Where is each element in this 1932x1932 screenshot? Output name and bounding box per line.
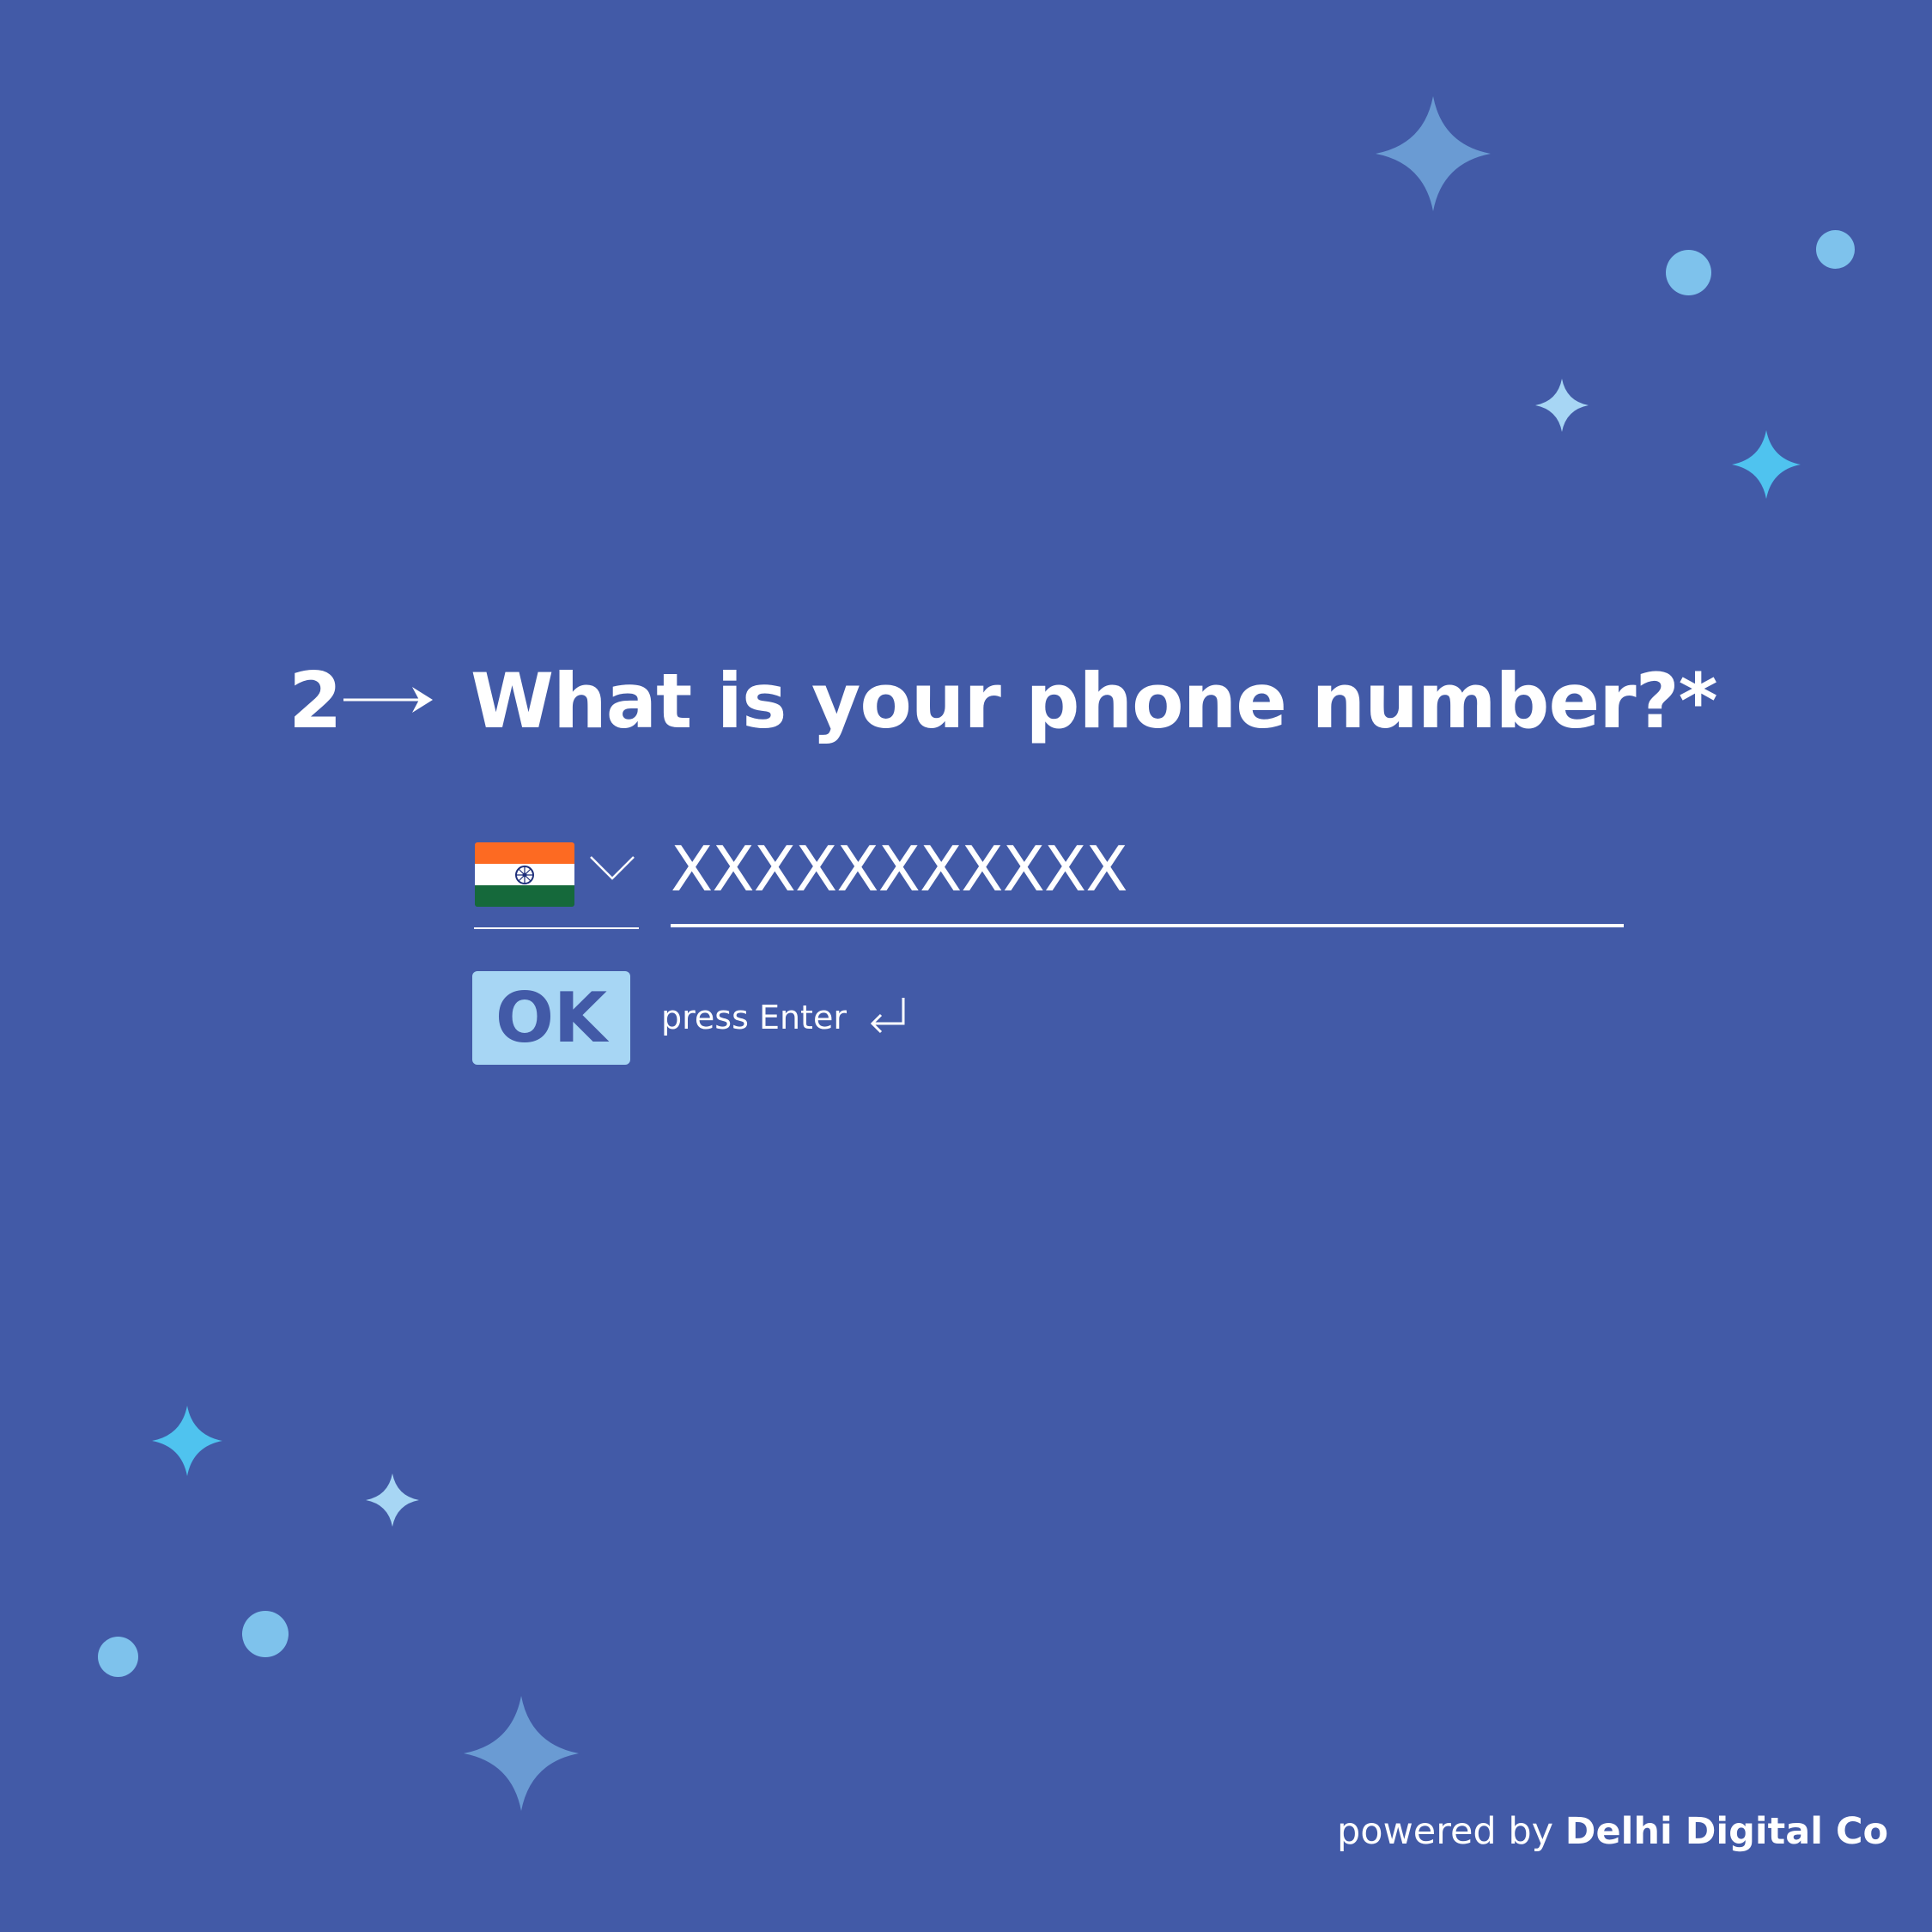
india-flag-icon [475,842,574,907]
enter-key-icon [867,994,910,1039]
question-title: What is your phone number?* [471,657,1718,745]
sparkle-decoration-small-bottom [366,1473,419,1527]
sparkle-decoration-bright-top [1732,430,1801,499]
sparkle-decoration-bright-bottom [152,1406,222,1476]
powered-by-footer: powered by Delhi Digital Co [1337,1807,1888,1856]
dot-decoration [242,1611,289,1657]
dot-decoration [1666,250,1711,295]
chevron-down-icon[interactable] [589,854,635,883]
powered-by-prefix: powered by [1337,1810,1554,1853]
phone-number-value[interactable]: XXXXXXXXXXX [671,835,1128,903]
phone-number-input[interactable]: XXXXXXXXXXX [671,835,1624,927]
arrow-right-icon [342,678,436,725]
brand-name: Delhi Digital Co [1564,1810,1889,1853]
ok-button[interactable]: OK [472,971,630,1065]
sparkle-decoration-small-top [1535,379,1589,432]
dot-decoration [98,1637,138,1677]
dot-decoration [1816,230,1855,269]
question-number: 2 [289,656,343,746]
sparkle-decoration-large-top [1376,96,1491,211]
sparkle-decoration-large-bottom [464,1696,579,1811]
country-code-selector[interactable] [474,841,639,929]
press-enter-hint: press Enter [661,999,847,1036]
